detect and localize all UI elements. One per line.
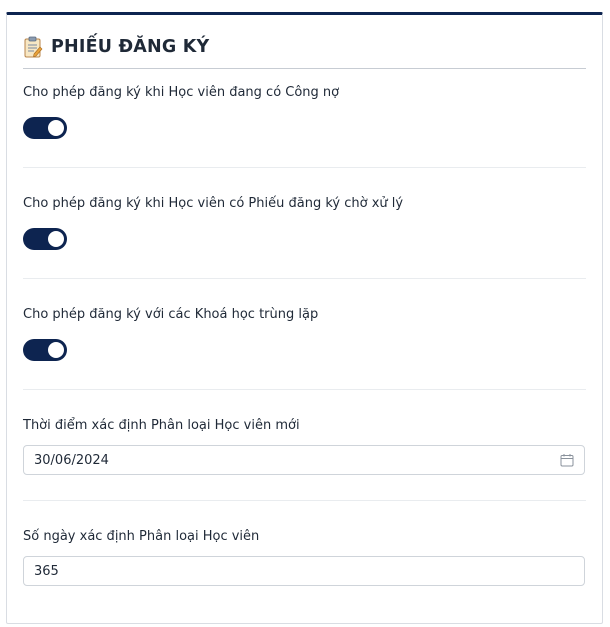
- header-divider: [23, 68, 586, 69]
- section-title: PHIẾU ĐĂNG KÝ: [51, 37, 210, 57]
- setting-label-days: Số ngày xác định Phân loại Học viên: [23, 529, 260, 544]
- calendar-icon[interactable]: [560, 453, 574, 467]
- toggle-knob: [48, 342, 64, 358]
- setting-label-duplicate: Cho phép đăng ký với các Khoá học trùng …: [23, 307, 319, 322]
- divider: [23, 278, 586, 279]
- date-value: 30/06/2024: [34, 452, 109, 468]
- section-header: PHIẾU ĐĂNG KÝ: [23, 35, 209, 59]
- days-value: 365: [34, 563, 59, 579]
- toggle-knob: [48, 120, 64, 136]
- toggle-knob: [48, 231, 64, 247]
- toggle-allow-with-debt[interactable]: [23, 117, 67, 139]
- divider: [23, 500, 586, 501]
- setting-label-new-student-date: Thời điểm xác định Phân loại Học viên mớ…: [23, 418, 300, 433]
- toggle-allow-with-pending[interactable]: [23, 228, 67, 250]
- clipboard-icon: [24, 36, 43, 58]
- setting-label-debt: Cho phép đăng ký khi Học viên đang có Cô…: [23, 85, 340, 100]
- new-student-date-input[interactable]: 30/06/2024: [23, 445, 585, 475]
- toggle-allow-duplicate-courses[interactable]: [23, 339, 67, 361]
- classification-days-input[interactable]: 365: [23, 556, 585, 586]
- divider: [23, 167, 586, 168]
- registration-form-settings-card: PHIẾU ĐĂNG KÝ Cho phép đăng ký khi Học v…: [6, 12, 603, 624]
- setting-label-pending: Cho phép đăng ký khi Học viên có Phiếu đ…: [23, 196, 404, 211]
- divider: [23, 389, 586, 390]
